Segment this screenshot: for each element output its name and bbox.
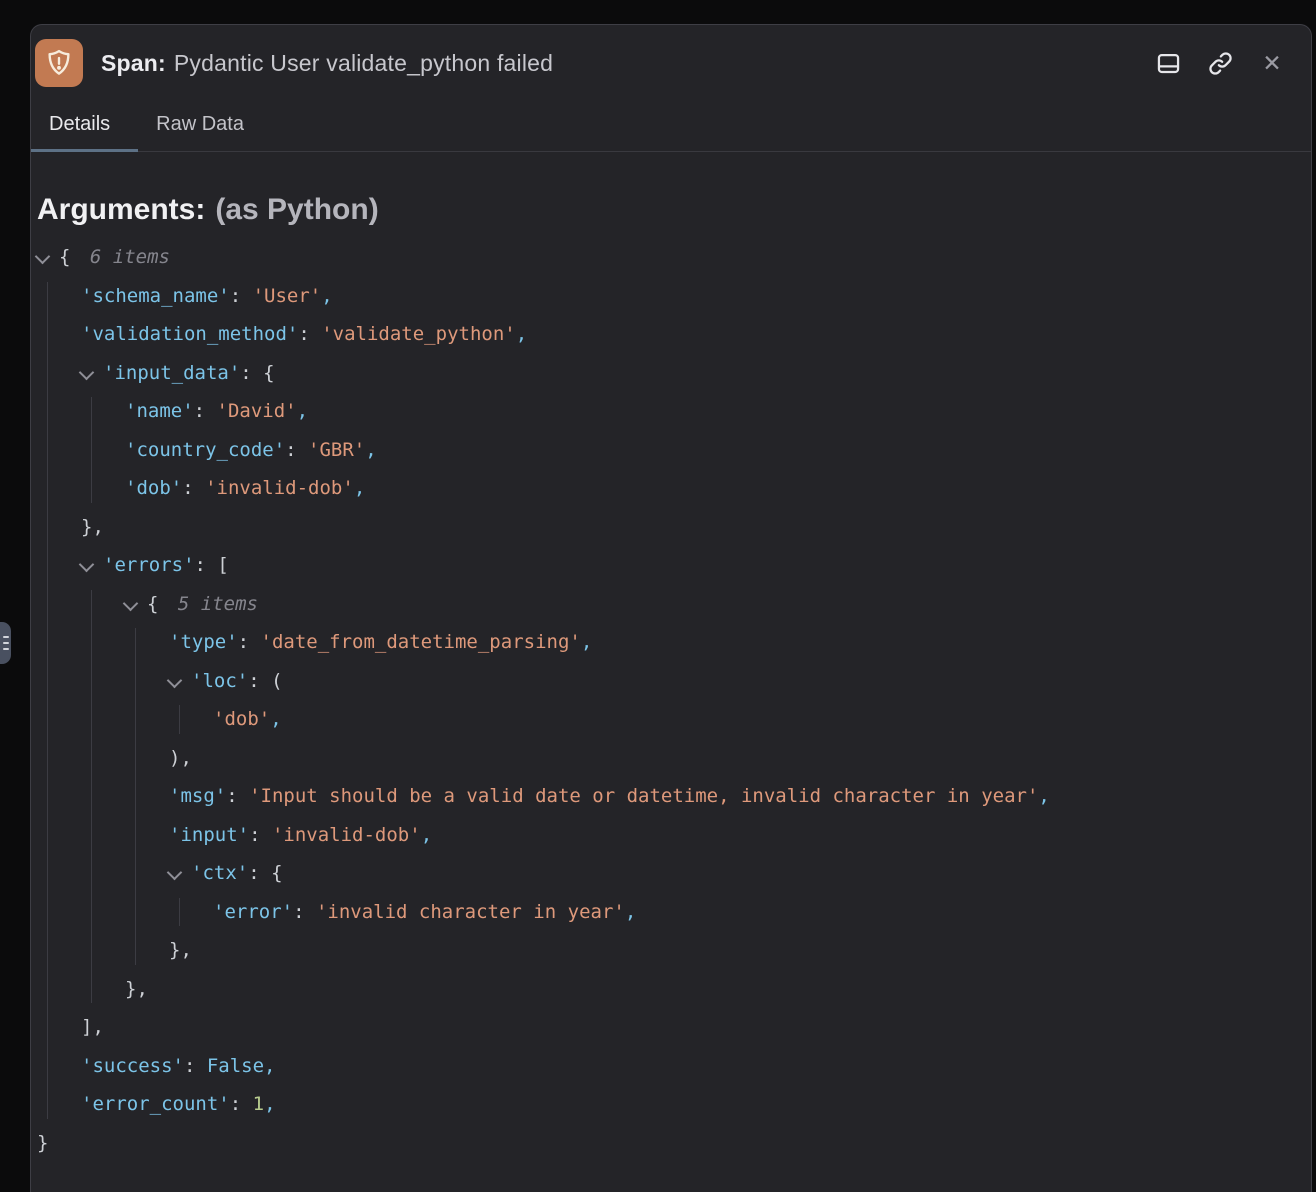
indent-guide: [179, 705, 180, 734]
arguments-heading-suffix: (as Python): [215, 193, 378, 226]
code-row: ),: [31, 739, 1311, 778]
code-row: },: [31, 970, 1311, 1009]
code-row: ],: [31, 1008, 1311, 1047]
arguments-tree: { 6 items'schema_name': 'User','validati…: [31, 238, 1311, 1162]
code-row: 'schema_name': 'User',: [31, 277, 1311, 316]
code-row: 'errors': [: [31, 546, 1311, 585]
panel-title: Span: Pydantic User validate_python faile…: [101, 50, 553, 77]
shield-alert-icon: [35, 39, 83, 87]
close-icon[interactable]: ✕: [1257, 48, 1287, 78]
arguments-heading-main: Arguments:: [37, 193, 205, 226]
panel-header: Span: Pydantic User validate_python faile…: [31, 25, 1311, 99]
code-row: 'dob': 'invalid-dob',: [31, 469, 1311, 508]
copy-link-icon[interactable]: [1205, 48, 1235, 78]
code-row: 'error': 'invalid character in year',: [31, 893, 1311, 932]
chevron-down-icon[interactable]: [35, 249, 51, 265]
code-row: },: [31, 931, 1311, 970]
indent-guide: [91, 397, 92, 503]
header-actions: ✕: [1153, 48, 1287, 78]
code-row: 'ctx': {: [31, 854, 1311, 893]
code-row: 'input_data': {: [31, 354, 1311, 393]
panel-title-text: Pydantic User validate_python failed: [174, 50, 553, 76]
indent-guide: [135, 628, 136, 965]
indent-guide: [179, 898, 180, 927]
code-row: 'success': False,: [31, 1047, 1311, 1086]
code-row: 'country_code': 'GBR',: [31, 431, 1311, 470]
code-row: 'msg': 'Input should be a valid date or …: [31, 777, 1311, 816]
code-row: 'validation_method': 'validate_python',: [31, 315, 1311, 354]
drag-handle[interactable]: [0, 622, 11, 664]
code-row: 'error_count': 1,: [31, 1085, 1311, 1124]
dock-panel-icon[interactable]: [1153, 48, 1183, 78]
chevron-down-icon[interactable]: [167, 865, 183, 881]
screen: { "header": { "icon": "shield-alert-icon…: [0, 0, 1316, 1192]
chevron-down-icon[interactable]: [123, 595, 139, 611]
tab-bar: Details Raw Data: [31, 99, 1311, 152]
panel-title-kind: Span:: [101, 50, 166, 76]
arguments-heading: Arguments: (as Python): [37, 192, 1311, 228]
chevron-down-icon[interactable]: [167, 672, 183, 688]
indent-guide: [47, 282, 48, 1119]
chevron-down-icon[interactable]: [79, 557, 95, 573]
span-detail-panel: Span: Pydantic User validate_python faile…: [30, 24, 1312, 1192]
code-row: 'dob',: [31, 700, 1311, 739]
code-row: { 6 items: [31, 238, 1311, 277]
code-row: { 5 items: [31, 585, 1311, 624]
code-row: 'loc': (: [31, 662, 1311, 701]
code-row: },: [31, 508, 1311, 547]
tab-details[interactable]: Details: [31, 99, 138, 152]
chevron-down-icon[interactable]: [79, 364, 95, 380]
code-row: 'input': 'invalid-dob',: [31, 816, 1311, 855]
indent-guide: [91, 590, 92, 1004]
code-row: 'type': 'date_from_datetime_parsing',: [31, 623, 1311, 662]
code-row: }: [31, 1124, 1311, 1163]
code-row: 'name': 'David',: [31, 392, 1311, 431]
tab-raw-data[interactable]: Raw Data: [138, 99, 272, 152]
